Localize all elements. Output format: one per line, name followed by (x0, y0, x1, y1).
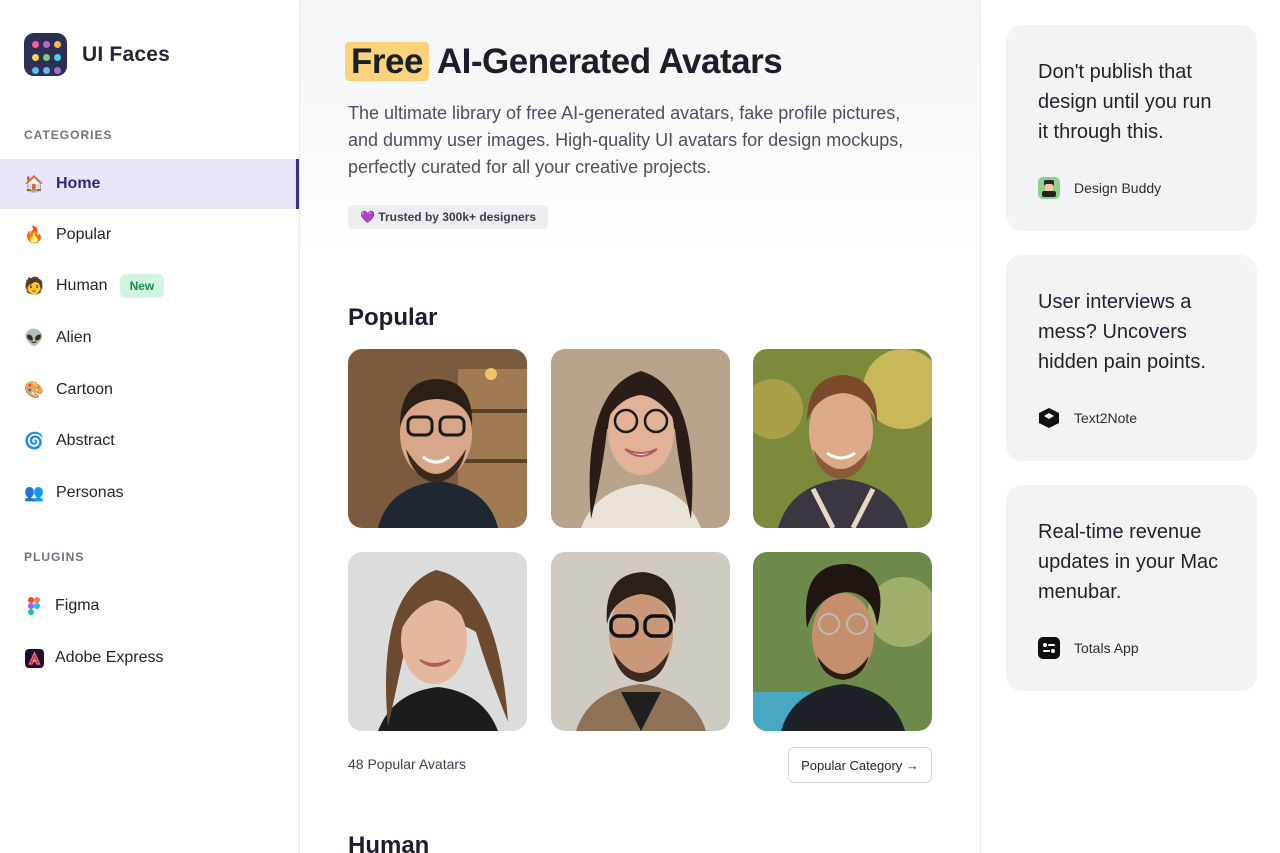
ad-brand: Text2Note (1038, 407, 1137, 429)
popular-count: 48 Popular Avatars (348, 756, 467, 772)
title-highlight: Free (345, 42, 429, 81)
sidebar-item-label: Figma (55, 597, 100, 614)
hero-subtitle: The ultimate library of free AI-generate… (348, 103, 904, 177)
avatar-image (348, 349, 527, 528)
app-name: UI Faces (82, 42, 170, 66)
logo-icon (24, 33, 67, 76)
plugins-label: PLUGINS (24, 550, 85, 564)
sidebar-item-label: Adobe Express (55, 649, 164, 666)
home-icon: 🏠 (24, 176, 44, 193)
title-rest: AI-Generated Avatars (436, 42, 783, 81)
ad-column: Don't publish that design until you run … (980, 0, 1280, 853)
trust-badge: 💜 Trusted by 300k+ designers (348, 205, 549, 229)
sidebar-item-label: Cartoon (56, 381, 113, 398)
sidebar-item-popular[interactable]: 🔥 Popular (0, 210, 299, 260)
alien-icon: 👽 (24, 330, 44, 347)
sidebar-item-label: Home (56, 175, 101, 192)
sidebar-item-human[interactable]: 🧑 Human New (0, 261, 299, 311)
sidebar-item-abstract[interactable]: 🌀 Abstract (0, 416, 299, 466)
sidebar-item-label: Abstract (56, 432, 115, 449)
human-section-title: Human (348, 832, 430, 853)
ad-brand: Design Buddy (1038, 177, 1161, 199)
logo[interactable]: UI Faces (24, 33, 170, 76)
avatar-image (753, 552, 932, 731)
design-buddy-icon (1038, 177, 1060, 199)
avatar-card[interactable] (753, 349, 932, 528)
avatar-card[interactable] (753, 552, 932, 731)
sidebar-item-label: Alien (56, 329, 92, 346)
adobe-express-icon (24, 648, 44, 668)
avatar-card[interactable] (348, 552, 527, 731)
sidebar-item-label: Personas (56, 484, 124, 501)
sidebar-item-label: Human (56, 277, 108, 294)
totals-app-icon (1038, 637, 1060, 659)
sidebar-item-home[interactable]: 🏠 Home (0, 159, 299, 209)
avatar-image (551, 552, 730, 731)
sidebar-item-cartoon[interactable]: 🎨 Cartoon (0, 365, 299, 415)
ad-brand-name: Totals App (1074, 640, 1139, 656)
text2note-icon (1038, 407, 1060, 429)
ad-text: Don't publish that design until you run … (1038, 61, 1212, 143)
ad-card-totals-app[interactable]: Real-time revenue updates in your Mac me… (1006, 485, 1257, 691)
ad-brand: Totals App (1038, 637, 1139, 659)
popular-category-button[interactable]: Popular Category → (788, 747, 932, 783)
avatar-image (348, 552, 527, 731)
avatar-card[interactable] (348, 349, 527, 528)
people-icon: 👥 (24, 485, 44, 502)
categories-label: CATEGORIES (24, 128, 113, 142)
palette-icon: 🎨 (24, 382, 44, 399)
sidebar-item-figma[interactable]: Figma (0, 581, 299, 631)
avatar-card[interactable] (551, 349, 730, 528)
ad-card-design-buddy[interactable]: Don't publish that design until you run … (1006, 25, 1257, 231)
purple-heart-icon: 💜 (360, 210, 375, 224)
sidebar-item-label: Popular (56, 226, 112, 243)
sidebar-item-adobe-express[interactable]: Adobe Express (0, 633, 299, 683)
ad-text: Real-time revenue updates in your Mac me… (1038, 521, 1219, 603)
page-title: Free AI-Generated Avatars (345, 42, 783, 82)
main-content: Free AI-Generated Avatars The ultimate l… (300, 0, 980, 853)
avatar-image (753, 349, 932, 528)
ad-text: User interviews a mess? Uncovers hidden … (1038, 291, 1206, 373)
trust-text: Trusted by 300k+ designers (378, 210, 537, 224)
sidebar-item-personas[interactable]: 👥 Personas (0, 468, 299, 518)
avatar-image (551, 349, 730, 528)
ad-brand-name: Design Buddy (1074, 180, 1162, 196)
new-badge: New (119, 274, 165, 298)
person-icon: 🧑 (24, 278, 44, 295)
spiral-icon: 🌀 (24, 433, 44, 450)
sidebar-item-alien[interactable]: 👽 Alien (0, 313, 299, 363)
sidebar: UI Faces CATEGORIES 🏠 Home 🔥 Popular 🧑 H… (0, 0, 300, 853)
popular-section-title: Popular (348, 304, 438, 331)
figma-icon (24, 596, 44, 616)
ad-brand-name: Text2Note (1074, 410, 1138, 426)
fire-icon: 🔥 (24, 227, 44, 244)
avatar-card[interactable] (551, 552, 730, 731)
ad-card-text2note[interactable]: User interviews a mess? Uncovers hidden … (1006, 255, 1257, 461)
